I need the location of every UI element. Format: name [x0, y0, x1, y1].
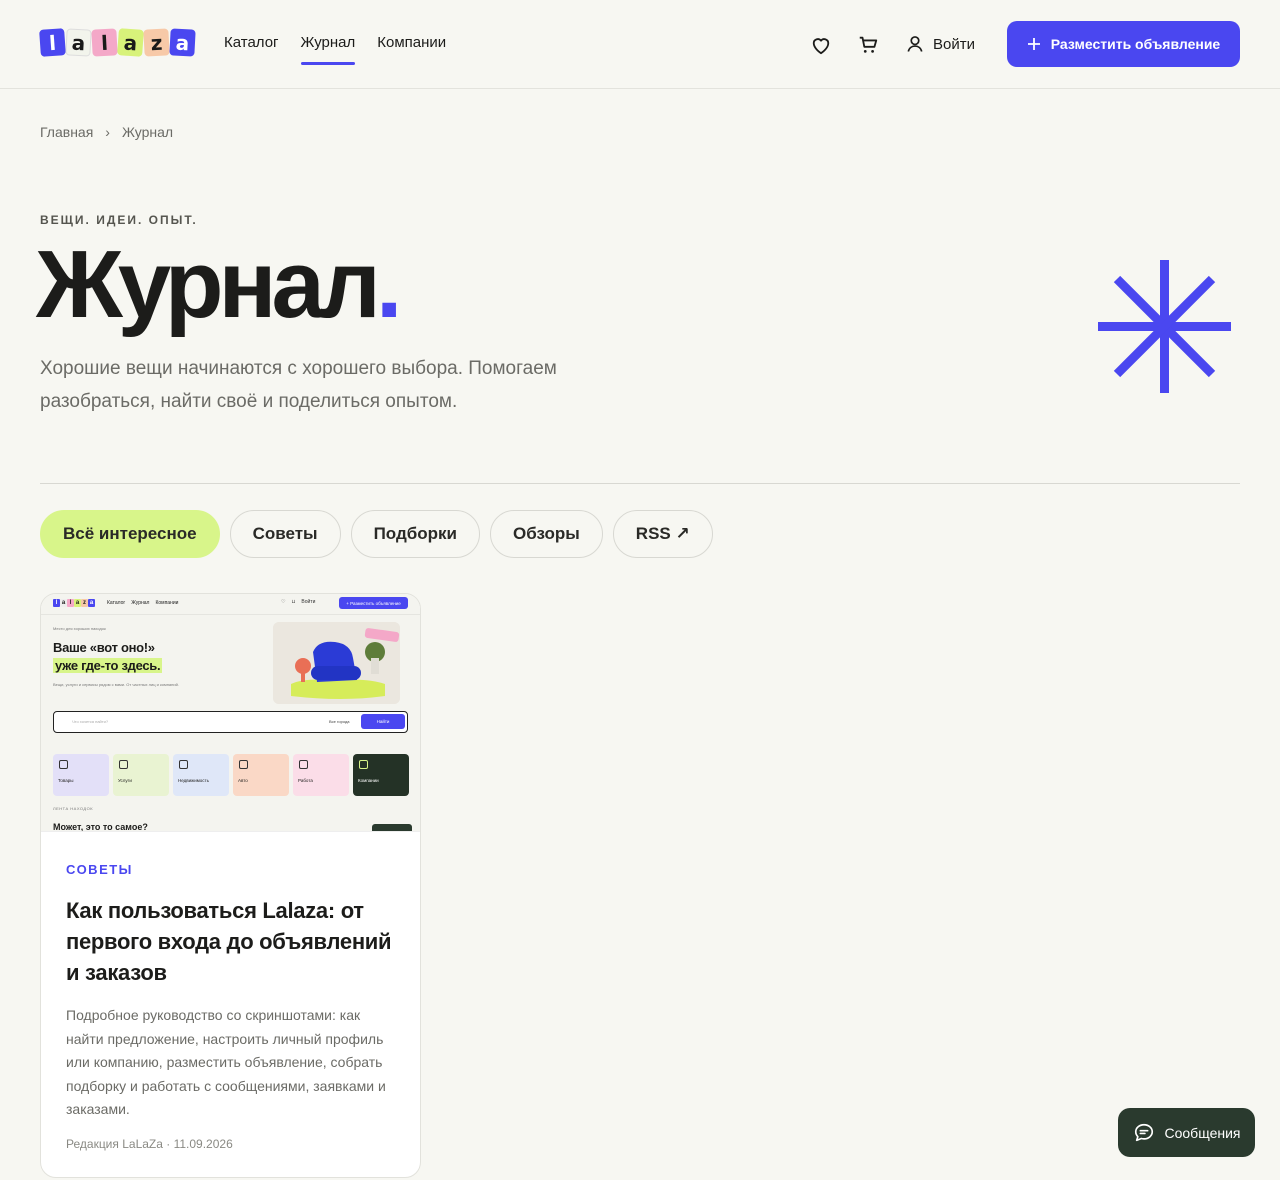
login-label: Войти [933, 35, 975, 53]
article-cover-screenshot: l a l a z a Каталог Журнал Компании ♡ ⊔ … [41, 594, 420, 832]
title-dot: . [375, 231, 403, 338]
login-link[interactable]: Войти [905, 34, 975, 54]
post-ad-button[interactable]: Разместить объявление [1007, 21, 1240, 67]
mini-tile: Компании [353, 754, 409, 796]
mini-search-button: Найти [361, 714, 405, 729]
article-card[interactable]: l a l a z a Каталог Журнал Компании ♡ ⊔ … [40, 593, 421, 1178]
chip-rss[interactable]: RSS ↗ [612, 510, 713, 558]
armchair-illustration [273, 622, 400, 704]
mini-building-icon [359, 760, 368, 769]
mini-logo-letter: a [88, 599, 95, 607]
article-category[interactable]: СОВЕТЫ [66, 862, 395, 877]
mini-cart-icon: ⊔ [291, 599, 296, 605]
site-header: l a l a z a Каталог Журнал Компании Войт… [0, 0, 1280, 89]
article-description: Подробное руководство со скриншотами: ка… [66, 1007, 386, 1117]
section-divider [40, 483, 1240, 484]
article-card-body: СОВЕТЫ Как пользоваться Lalaza: от перво… [41, 862, 420, 1151]
mini-heading: Ваше «вот оно!» уже где-то здесь. [53, 639, 163, 675]
nav-companies[interactable]: Компании [377, 34, 446, 65]
mini-logo-letter: l [53, 599, 60, 607]
chip-tips[interactable]: Советы [229, 510, 341, 558]
mini-logo-letter: l [67, 599, 74, 607]
page-title-text: Журнал [36, 231, 381, 338]
breadcrumb-home[interactable]: Главная [40, 124, 93, 140]
chip-reviews[interactable]: Обзоры [489, 510, 603, 558]
mini-feed-title: Может, это то самое? [53, 822, 148, 832]
cart-icon[interactable] [856, 33, 880, 57]
chat-icon [1134, 1123, 1153, 1141]
mini-category-tiles: Товары Услуги Недвижимость Авто Работа К… [53, 754, 409, 796]
mini-nav-item: Компании [155, 600, 179, 606]
logo-letter: a [117, 28, 144, 57]
heart-icon[interactable] [809, 33, 833, 57]
logo-letter: l [39, 28, 66, 57]
mini-tile: Услуги [113, 754, 169, 796]
mini-header-divider [41, 614, 420, 615]
hero-eyebrow: ВЕЩИ. ИДЕИ. ОПЫТ. [40, 213, 198, 227]
mini-logo-letter: z [81, 599, 88, 607]
lalaza-logo[interactable]: l a l a z a [39, 28, 196, 57]
mini-tile: Работа [293, 754, 349, 796]
mini-logo: l a l a z a [53, 599, 95, 607]
mini-tile-label: Недвижимость [178, 778, 209, 783]
mini-header-icons: ♡ ⊔ Войти [281, 599, 315, 605]
mini-tile: Товары [53, 754, 109, 796]
asterisk-decoration-icon [1098, 260, 1231, 393]
logo-letter: z [143, 28, 170, 57]
mini-search-location: Все города [329, 719, 350, 724]
mini-search-placeholder: Что хочется найти? [72, 719, 109, 724]
mini-tile-label: Работа [298, 778, 313, 783]
hero-lead: Хорошие вещи начинаются с хорошего выбор… [40, 358, 557, 412]
mini-nav: Каталог Журнал Компании [107, 600, 178, 606]
mini-briefcase-icon [299, 760, 308, 769]
mini-tool-icon [119, 760, 128, 769]
mini-home-icon [179, 760, 188, 769]
mini-feed-label: ЛЕНТА НАХОДОК [53, 806, 94, 811]
post-ad-label: Разместить объявление [1050, 36, 1221, 52]
main-nav: Каталог Журнал Компании [224, 34, 446, 65]
mini-tile-label: Авто [238, 778, 248, 783]
chip-all[interactable]: Всё интересное [40, 510, 220, 558]
page-title: Журнал. [36, 231, 403, 338]
nav-catalog[interactable]: Каталог [224, 34, 279, 65]
mini-search-bar: Что хочется найти? Все города Найти [53, 711, 408, 733]
mini-tile-label: Компании [358, 778, 379, 783]
mini-car-icon [239, 760, 248, 769]
mini-subtitle: Вещи, услуги и сервисы рядом с вами. От … [53, 682, 179, 687]
plus-icon [1027, 38, 1040, 50]
mini-tile-label: Товары [58, 778, 74, 783]
mini-tagline: Место для хороших находок [53, 626, 106, 631]
breadcrumb-current: Журнал [121, 124, 174, 140]
article-meta: Редакция LaLaZa · 11.09.2026 [66, 1136, 233, 1151]
user-icon [907, 36, 923, 52]
messages-label: Сообщения [1164, 1124, 1241, 1141]
chip-collections[interactable]: Подборки [350, 510, 480, 558]
nav-journal[interactable]: Журнал [300, 34, 355, 65]
article-title[interactable]: Как пользоваться Lalaza: от первого вход… [66, 895, 395, 988]
mini-messages-button [372, 824, 412, 831]
mini-logo-letter: a [74, 599, 81, 607]
mini-bag-icon [59, 760, 68, 769]
messages-button[interactable]: Сообщения [1118, 1108, 1255, 1157]
mini-login: Войти [301, 599, 316, 605]
mini-tile-label: Услуги [118, 778, 132, 783]
mini-logo-letter: a [60, 599, 67, 607]
logo-letter: l [91, 28, 118, 57]
breadcrumb-separator: › [105, 124, 110, 140]
logo-letter: a [169, 28, 196, 57]
breadcrumb: Главная › Журнал [40, 124, 173, 140]
mini-tile: Авто [233, 754, 289, 796]
mini-post-button: + Разместить объявление [339, 597, 408, 609]
mini-hero-image [273, 622, 400, 704]
mini-heading-line2: уже где-то здесь. [53, 658, 163, 673]
mini-tile: Недвижимость [173, 754, 229, 796]
logo-letter: a [65, 28, 92, 57]
filter-chips: Всё интересное Советы Подборки Обзоры RS… [40, 510, 713, 558]
mini-nav-item: Каталог [107, 600, 126, 606]
mini-heading-line1: Ваше «вот оно!» [53, 640, 155, 655]
mini-nav-item: Журнал [131, 600, 150, 606]
mini-heart-icon: ♡ [281, 599, 286, 605]
